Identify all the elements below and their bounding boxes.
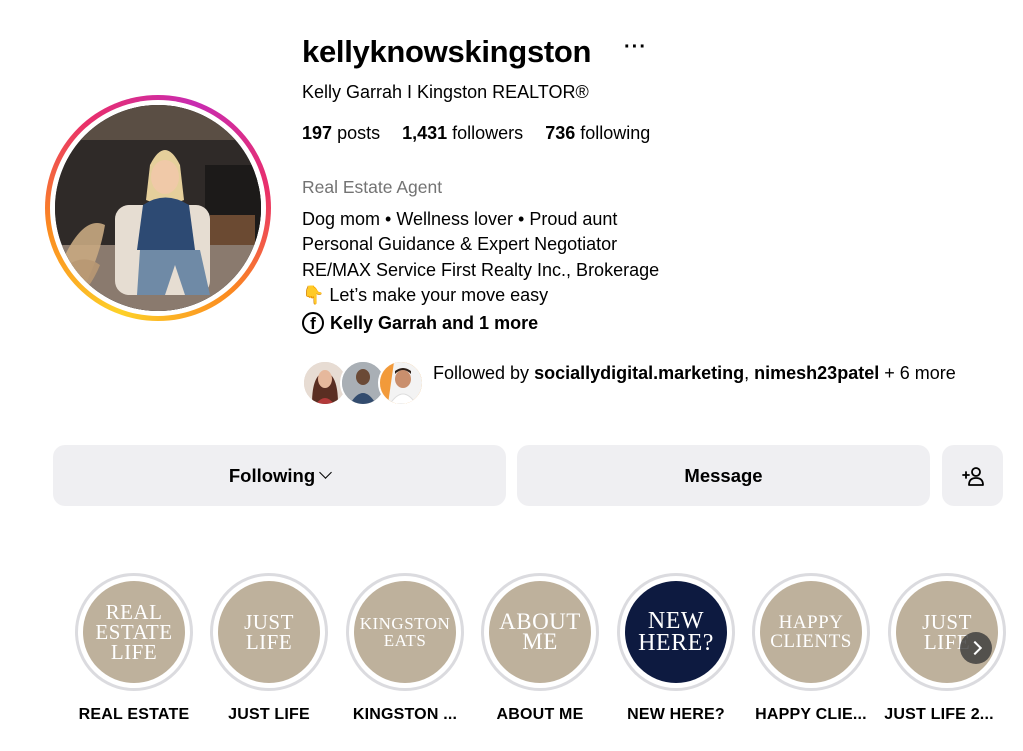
- avatar-photo: [55, 105, 261, 311]
- following-count: 736: [545, 123, 576, 143]
- highlight-ring: KINGSTON EATS: [346, 573, 464, 691]
- posts-count: 197: [302, 123, 333, 143]
- highlight-ring: JUST LIFE: [888, 573, 1006, 691]
- following-button[interactable]: Following: [53, 445, 506, 506]
- followers-label: followers: [452, 123, 524, 143]
- message-button[interactable]: Message: [517, 445, 930, 506]
- highlight-ring: ABOUT ME: [481, 573, 599, 691]
- story-highlight[interactable]: JUST LIFE JUST LIFE: [209, 573, 329, 723]
- profile-category: Real Estate Agent: [302, 177, 443, 197]
- story-highlight[interactable]: NEW HERE? NEW HERE?: [616, 573, 736, 723]
- facebook-icon: f: [302, 312, 324, 334]
- highlight-cover: REAL ESTATE LIFE: [83, 581, 185, 683]
- highlight-ring: HAPPY CLIENTS: [752, 573, 870, 691]
- linked-accounts-text: Kelly Garrah and 1 more: [330, 312, 539, 333]
- chevron-down-icon: [319, 466, 333, 479]
- story-highlight[interactable]: HAPPY CLIENTS HAPPY CLIE...: [751, 573, 871, 723]
- suggest-users-button[interactable]: [942, 445, 1003, 506]
- bio-line: 👇 Let’s make your move easy: [302, 284, 549, 305]
- followed-by-text[interactable]: Followed by sociallydigital.marketing, n…: [433, 361, 993, 387]
- highlight-ring: REAL ESTATE LIFE: [75, 573, 193, 691]
- avatar-photo-illustration: [55, 105, 261, 311]
- followed-by-user[interactable]: nimesh23patel: [754, 363, 879, 383]
- followed-by-user[interactable]: sociallydigital.marketing: [534, 363, 744, 383]
- highlight-ring: JUST LIFE: [210, 573, 328, 691]
- avatar-gap: [50, 100, 266, 316]
- highlight-ring: NEW HERE?: [617, 573, 735, 691]
- followed-by-avatars[interactable]: [302, 360, 424, 408]
- profile-avatar[interactable]: [45, 95, 271, 321]
- add-person-icon: [961, 466, 984, 486]
- highlight-cover: JUST LIFE: [218, 581, 320, 683]
- highlight-cover: JUST LIFE: [896, 581, 998, 683]
- followed-by-suffix: + 6 more: [879, 363, 956, 383]
- profile-username: kellyknowskingston: [302, 34, 592, 69]
- highlight-cover: KINGSTON EATS: [354, 581, 456, 683]
- follower-avatar: [378, 360, 424, 406]
- linked-accounts-link[interactable]: f Kelly Garrah and 1 more: [302, 312, 538, 334]
- message-button-label: Message: [684, 464, 763, 486]
- profile-full-name: Kelly Garrah I Kingston REALTOR®: [302, 82, 589, 102]
- bio-line: RE/MAX Service First Realty Inc., Broker…: [302, 259, 660, 280]
- bio-line: Personal Guidance & Expert Negotiator: [302, 234, 618, 255]
- story-highlight[interactable]: ABOUT ME ABOUT ME: [480, 573, 600, 723]
- story-highlight[interactable]: REAL ESTATE LIFE REAL ESTATE: [74, 573, 194, 723]
- profile-bio: Dog mom • Wellness lover • Proud aunt Pe…: [302, 207, 659, 308]
- highlight-cover: ABOUT ME: [489, 581, 591, 683]
- more-options-icon[interactable]: ···: [624, 36, 647, 59]
- followers-stat[interactable]: 1,431 followers: [402, 123, 523, 144]
- posts-label: posts: [337, 123, 381, 143]
- following-stat[interactable]: 736 following: [545, 123, 650, 144]
- followed-by-prefix: Followed by: [433, 363, 535, 383]
- highlight-cover: NEW HERE?: [625, 581, 727, 683]
- story-highlight[interactable]: KINGSTON EATS KINGSTON ...: [345, 573, 465, 723]
- bio-line: Dog mom • Wellness lover • Proud aunt: [302, 209, 618, 229]
- posts-stat: 197 posts: [302, 123, 380, 144]
- followers-count: 1,431: [402, 123, 448, 143]
- followed-by-separator: ,: [744, 363, 755, 383]
- highlight-cover: HAPPY CLIENTS: [760, 581, 862, 683]
- highlights-next-button[interactable]: [960, 632, 992, 664]
- story-highlight[interactable]: JUST LIFE JUST LIFE 2...: [884, 573, 1007, 723]
- following-label: following: [580, 123, 651, 143]
- following-button-label: Following: [228, 464, 316, 486]
- profile-stats: 197 posts 1,431 followers 736 following: [302, 123, 650, 144]
- highlight-label: JUST LIFE 2...: [884, 706, 994, 723]
